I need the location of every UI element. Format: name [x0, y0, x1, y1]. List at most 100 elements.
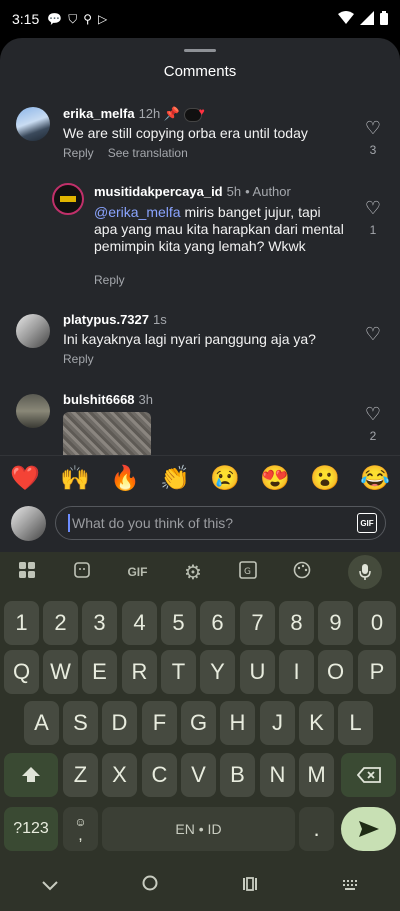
key-7[interactable]: 7	[240, 601, 275, 645]
comment-username[interactable]: platypus.7327	[63, 312, 149, 327]
key-j[interactable]: J	[260, 701, 295, 745]
emoji-raised-hands[interactable]: 🙌	[60, 464, 90, 493]
comma-label: ,	[78, 827, 83, 844]
key-l[interactable]: L	[338, 701, 373, 745]
like-button[interactable]: ♡ 3	[361, 118, 385, 157]
drag-handle[interactable]	[184, 49, 216, 52]
key-m[interactable]: M	[299, 753, 334, 797]
key-h[interactable]: H	[220, 701, 255, 745]
period-key[interactable]: .	[299, 807, 334, 851]
like-count: 1	[369, 223, 377, 237]
reply-button[interactable]: Reply	[94, 273, 125, 287]
key-x[interactable]: X	[102, 753, 137, 797]
emoji-surprised[interactable]: 😮	[310, 464, 340, 493]
comment-text: We are still copying orba era until toda…	[63, 125, 308, 141]
settings-gear-icon[interactable]: ⚙	[184, 560, 202, 585]
see-translation-button[interactable]: See translation	[108, 146, 188, 160]
key-c[interactable]: C	[142, 753, 177, 797]
comment-username[interactable]: bulshit6668	[63, 392, 135, 407]
emoji-fire[interactable]: 🔥	[110, 464, 140, 493]
recents-icon[interactable]	[242, 875, 258, 896]
palette-icon[interactable]	[293, 561, 311, 584]
status-bar: 3:15 💬 ⛉ ⚲ ▷	[0, 0, 400, 38]
emoji-heart[interactable]: ❤️	[10, 464, 40, 493]
key-z[interactable]: Z	[63, 753, 98, 797]
key-9[interactable]: 9	[318, 601, 353, 645]
like-count: 3	[369, 143, 377, 157]
emoji-comma-key[interactable]: ☺ ,	[63, 807, 98, 851]
key-1[interactable]: 1	[4, 601, 39, 645]
reply-button[interactable]: Reply	[63, 146, 94, 160]
key-k[interactable]: K	[299, 701, 334, 745]
avatar[interactable]	[16, 394, 50, 428]
microphone-icon[interactable]	[347, 555, 382, 589]
key-a[interactable]: A	[24, 701, 59, 745]
key-o[interactable]: O	[318, 650, 353, 694]
like-button[interactable]: ♡	[361, 324, 385, 345]
key-f[interactable]: F	[142, 701, 177, 745]
key-t[interactable]: T	[161, 650, 196, 694]
symbols-key[interactable]: ?123	[4, 807, 58, 851]
key-q[interactable]: Q	[4, 650, 39, 694]
mention-link[interactable]: @erika_melfa	[94, 204, 181, 220]
comment-time: 3h	[138, 392, 153, 407]
pin-icon: 📌	[163, 106, 181, 121]
key-4[interactable]: 4	[122, 601, 157, 645]
key-v[interactable]: V	[181, 753, 216, 797]
shift-key[interactable]	[4, 753, 58, 797]
avatar[interactable]	[52, 183, 84, 215]
brand-logo-icon	[60, 196, 76, 202]
comment-username[interactable]: erika_melfa	[63, 106, 135, 121]
status-time: 3:15	[12, 11, 40, 27]
key-s[interactable]: S	[63, 701, 98, 745]
play-store-notification-icon: ▷	[98, 11, 108, 26]
heart-icon: ♡	[364, 404, 382, 424]
key-u[interactable]: U	[240, 650, 275, 694]
translate-icon[interactable]: G	[238, 560, 257, 584]
home-icon[interactable]	[142, 875, 158, 896]
send-key[interactable]	[341, 807, 396, 851]
backspace-key[interactable]	[341, 753, 396, 797]
keyboard-switcher-icon[interactable]	[342, 875, 358, 896]
own-avatar	[11, 506, 46, 541]
key-2[interactable]: 2	[43, 601, 78, 645]
navigation-bar	[0, 860, 400, 911]
apps-grid-icon[interactable]	[18, 561, 36, 584]
comment-username[interactable]: musitidakpercaya_id	[94, 184, 223, 199]
avatar[interactable]	[16, 314, 50, 348]
key-5[interactable]: 5	[161, 601, 196, 645]
gif-tool-icon[interactable]: GIF	[127, 565, 147, 579]
space-bar[interactable]: EN • ID	[102, 807, 295, 851]
key-i[interactable]: I	[279, 650, 314, 694]
key-r[interactable]: R	[122, 650, 157, 694]
author-liked-icon: ♥	[183, 107, 205, 122]
reply-button[interactable]: Reply	[63, 352, 94, 366]
heart-icon: ♡	[364, 118, 382, 138]
emoji-clap[interactable]: 👏	[160, 464, 190, 493]
comment-time: 1s	[153, 312, 167, 327]
key-n[interactable]: N	[260, 753, 295, 797]
key-d[interactable]: D	[102, 701, 137, 745]
emoji-crying[interactable]: 😢	[210, 464, 240, 493]
comment-input[interactable]	[72, 515, 342, 531]
signal-icon	[360, 10, 374, 28]
key-b[interactable]: B	[220, 753, 255, 797]
key-3[interactable]: 3	[82, 601, 117, 645]
key-0[interactable]: 0	[358, 601, 396, 645]
back-chevron-icon[interactable]	[42, 875, 58, 896]
heart-icon: ♡	[364, 198, 382, 218]
key-6[interactable]: 6	[200, 601, 235, 645]
emoji-heart-eyes[interactable]: 😍	[260, 464, 290, 493]
key-w[interactable]: W	[43, 650, 78, 694]
gif-button[interactable]: GIF	[357, 513, 377, 533]
sticker-icon[interactable]	[73, 561, 91, 584]
key-8[interactable]: 8	[279, 601, 314, 645]
like-button[interactable]: ♡ 1	[361, 198, 385, 237]
like-button[interactable]: ♡ 2	[361, 404, 385, 443]
emoji-laughing[interactable]: 😂	[360, 464, 390, 493]
key-y[interactable]: Y	[200, 650, 235, 694]
key-p[interactable]: P	[358, 650, 396, 694]
key-g[interactable]: G	[181, 701, 216, 745]
key-e[interactable]: E	[82, 650, 117, 694]
avatar[interactable]	[16, 107, 50, 141]
